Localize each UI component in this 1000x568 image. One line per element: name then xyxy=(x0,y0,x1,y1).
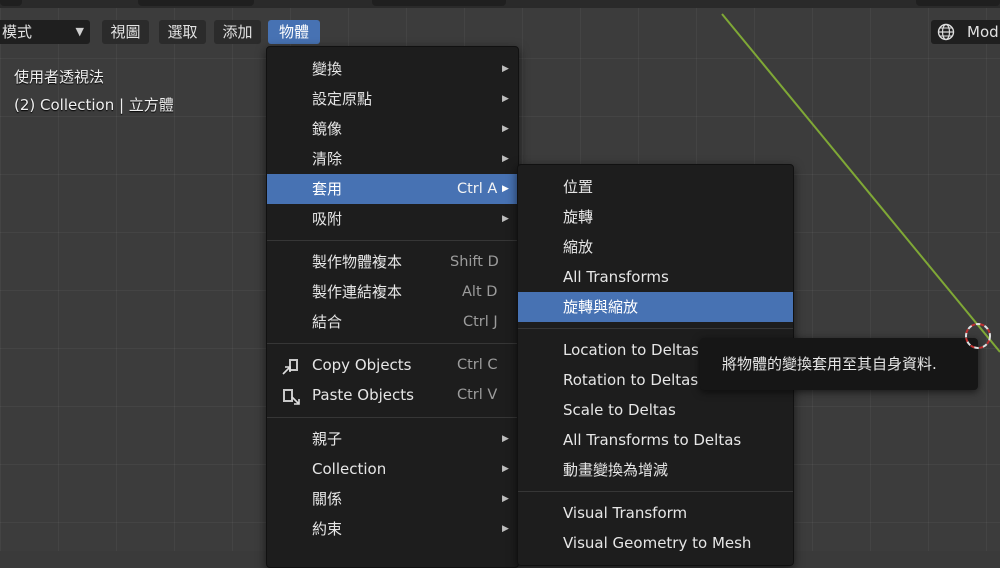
menu-view[interactable]: 視圖 xyxy=(102,20,149,44)
shortcut-label: Ctrl J xyxy=(463,314,498,330)
menu-item-mirror[interactable]: 鏡像 ▶ xyxy=(267,114,518,144)
submenu-arrow-icon: ▶ xyxy=(502,124,509,134)
menu-item-duplicate-objects[interactable]: 製作物體複本 Shift D xyxy=(267,247,518,277)
paste-objects-icon xyxy=(283,389,300,405)
globe-icon xyxy=(937,23,955,41)
shortcut-label: Alt D xyxy=(462,284,498,300)
menu-item-apply[interactable]: 套用 Ctrl A ▶ xyxy=(267,174,518,204)
mode-button[interactable]: Mod xyxy=(931,20,1000,44)
menu-separator xyxy=(267,343,518,344)
menu-item-snap[interactable]: 吸附 ▶ xyxy=(267,204,518,234)
menu-separator xyxy=(267,240,518,241)
menu-separator xyxy=(267,417,518,418)
menu-item-paste-objects[interactable]: Paste Objects Ctrl V xyxy=(267,380,518,410)
submenu-item-visual-transform[interactable]: Visual Transform xyxy=(518,498,793,528)
collection-info-label: (2) Collection | 立方體 xyxy=(14,96,174,114)
tooltip: 將物體的變換套用至其自身資料. xyxy=(700,338,978,390)
view-name-label: 使用者透視法 xyxy=(14,68,105,86)
submenu-item-visual-geometry-to-mesh[interactable]: Visual Geometry to Mesh xyxy=(518,528,793,558)
shortcut-label: Ctrl C xyxy=(457,357,498,373)
submenu-item-rotation-and-scale[interactable]: 旋轉與縮放 xyxy=(518,292,793,322)
menu-item-relations[interactable]: 關係 ▶ xyxy=(267,484,518,514)
chevron-down-icon: ▼ xyxy=(75,25,84,38)
submenu-item-rotation[interactable]: 旋轉 xyxy=(518,202,793,232)
top-toolbar-strip xyxy=(0,0,1000,8)
menu-item-transform[interactable]: 變換 ▶ xyxy=(267,54,518,84)
menu-item-duplicate-linked[interactable]: 製作連結複本 Alt D xyxy=(267,277,518,307)
submenu-item-animated-transforms-to-deltas[interactable]: 動畫變換為增減 xyxy=(518,455,793,485)
menu-item-join[interactable]: 結合 Ctrl J xyxy=(267,307,518,337)
menu-item-clear[interactable]: 清除 ▶ xyxy=(267,144,518,174)
menu-item-set-origin[interactable]: 設定原點 ▶ xyxy=(267,84,518,114)
tooltip-text: 將物體的變換套用至其自身資料. xyxy=(722,355,937,373)
submenu-item-scale-to-deltas[interactable]: Scale to Deltas xyxy=(518,395,793,425)
viewport-header: 模式 ▼ 視圖 選取 添加 物體 Mod xyxy=(0,18,1000,48)
object-menu: 變換 ▶ 設定原點 ▶ 鏡像 ▶ 清除 ▶ 套用 Ctrl A ▶ 吸附 ▶ 製… xyxy=(266,46,519,568)
mode-button-label: Mod xyxy=(967,23,999,41)
submenu-arrow-icon: ▶ xyxy=(502,94,509,104)
menu-separator xyxy=(518,328,793,329)
menu-item-parent[interactable]: 親子 ▶ xyxy=(267,424,518,454)
menu-object[interactable]: 物體 xyxy=(268,20,320,44)
shortcut-label: Shift D xyxy=(450,254,499,270)
submenu-arrow-icon: ▶ xyxy=(502,434,509,444)
shortcut-label: Ctrl V xyxy=(457,387,498,403)
submenu-arrow-icon: ▶ xyxy=(502,494,509,504)
submenu-arrow-icon: ▶ xyxy=(502,214,509,224)
3d-cursor-icon[interactable] xyxy=(958,316,998,356)
menu-select[interactable]: 選取 xyxy=(159,20,206,44)
submenu-arrow-icon: ▶ xyxy=(502,154,509,164)
submenu-arrow-icon: ▶ xyxy=(502,464,509,474)
menu-separator xyxy=(518,491,793,492)
submenu-arrow-icon: ▶ xyxy=(502,64,509,74)
shortcut-label: Ctrl A xyxy=(457,181,498,197)
menu-add[interactable]: 添加 xyxy=(214,20,261,44)
submenu-arrow-icon: ▶ xyxy=(502,524,509,534)
submenu-item-location[interactable]: 位置 xyxy=(518,172,793,202)
menu-item-constraints[interactable]: 約束 ▶ xyxy=(267,514,518,544)
submenu-item-all-transforms[interactable]: All Transforms xyxy=(518,262,793,292)
submenu-item-scale[interactable]: 縮放 xyxy=(518,232,793,262)
mode-dropdown[interactable]: 模式 ▼ xyxy=(0,20,90,44)
menu-item-copy-objects[interactable]: Copy Objects Ctrl C xyxy=(267,350,518,380)
copy-objects-icon xyxy=(282,359,298,375)
submenu-item-all-transforms-to-deltas[interactable]: All Transforms to Deltas xyxy=(518,425,793,455)
submenu-arrow-icon: ▶ xyxy=(502,184,509,194)
mode-dropdown-label: 模式 xyxy=(2,23,33,41)
menu-item-collection[interactable]: Collection ▶ xyxy=(267,454,518,484)
